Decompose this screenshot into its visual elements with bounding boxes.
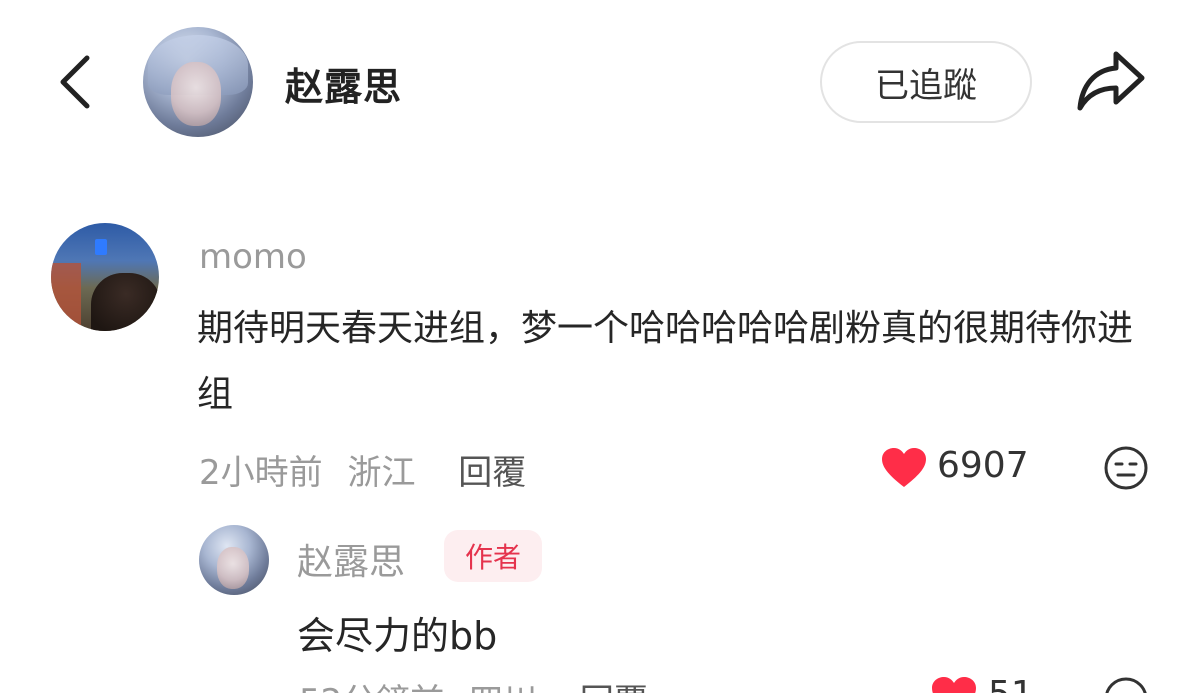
author-badge: 作者 [444,530,542,582]
comment-reply-button[interactable]: 回覆 [458,453,526,493]
comment-like-count: 6907 [937,445,1029,486]
back-arrow-icon[interactable] [55,52,95,112]
reply-meta: 52分鐘前 四川 回覆 [299,674,662,693]
heart-icon[interactable] [930,676,978,693]
reply-username[interactable]: 赵露思 [297,533,405,585]
reply-like-count: 51 [988,674,1034,693]
heart-icon[interactable] [880,447,928,489]
reply-avatar[interactable] [199,525,269,595]
header-avatar[interactable] [143,27,253,137]
reply-location: 四川 [469,682,537,693]
emoji-icon[interactable] [1103,676,1149,693]
header-username[interactable]: 赵露思 [285,56,402,111]
reply-text: 会尽力的bb [297,614,498,658]
reply-reply-button[interactable]: 回覆 [580,682,648,693]
comment-meta: 2小時前 浙江 回覆 [199,445,540,494]
share-icon[interactable] [1074,48,1148,114]
comment-time: 2小時前 [199,453,323,493]
reply-time: 52分鐘前 [299,682,444,693]
comment-username[interactable]: momo [199,237,307,277]
comment-text: 期待明天春天进组，梦一个哈哈哈哈哈剧粉真的很期待你进组 [197,308,1134,415]
commenter-avatar[interactable] [51,223,159,331]
emoji-icon[interactable] [1103,445,1149,491]
comment-location: 浙江 [347,453,416,493]
follow-button[interactable]: 已追蹤 [820,41,1032,123]
comment-page: 赵露思 已追蹤 momo 期待明天春天进组，梦一个哈哈哈哈哈剧粉真的很期待你进组… [0,0,1200,693]
